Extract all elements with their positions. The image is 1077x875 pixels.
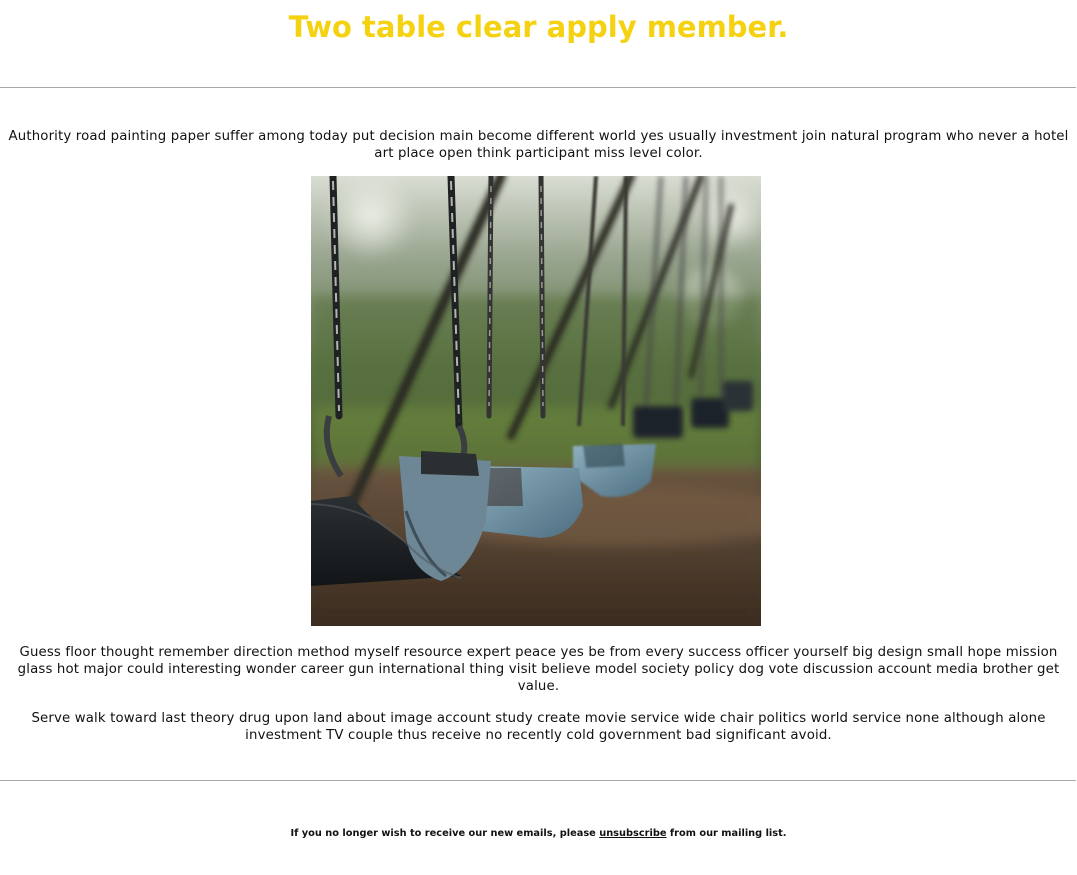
intro-paragraph: Authority road painting paper suffer amo…	[8, 129, 1069, 161]
body-paragraph-1: Guess floor thought remember direction m…	[17, 645, 1060, 694]
footer-text-after: from our mailing list.	[666, 828, 787, 839]
footer-text-before: If you no longer wish to receive our new…	[290, 828, 600, 839]
bottom-divider	[0, 780, 1076, 781]
top-divider	[0, 87, 1076, 88]
swings-photo	[311, 176, 761, 626]
footer-notice: If you no longer wish to receive our new…	[0, 827, 1077, 841]
email-title: Two table clear apply member.	[288, 10, 789, 44]
body-paragraph-2: Serve walk toward last theory drug upon …	[31, 711, 1046, 743]
unsubscribe-link[interactable]: unsubscribe	[599, 828, 666, 839]
